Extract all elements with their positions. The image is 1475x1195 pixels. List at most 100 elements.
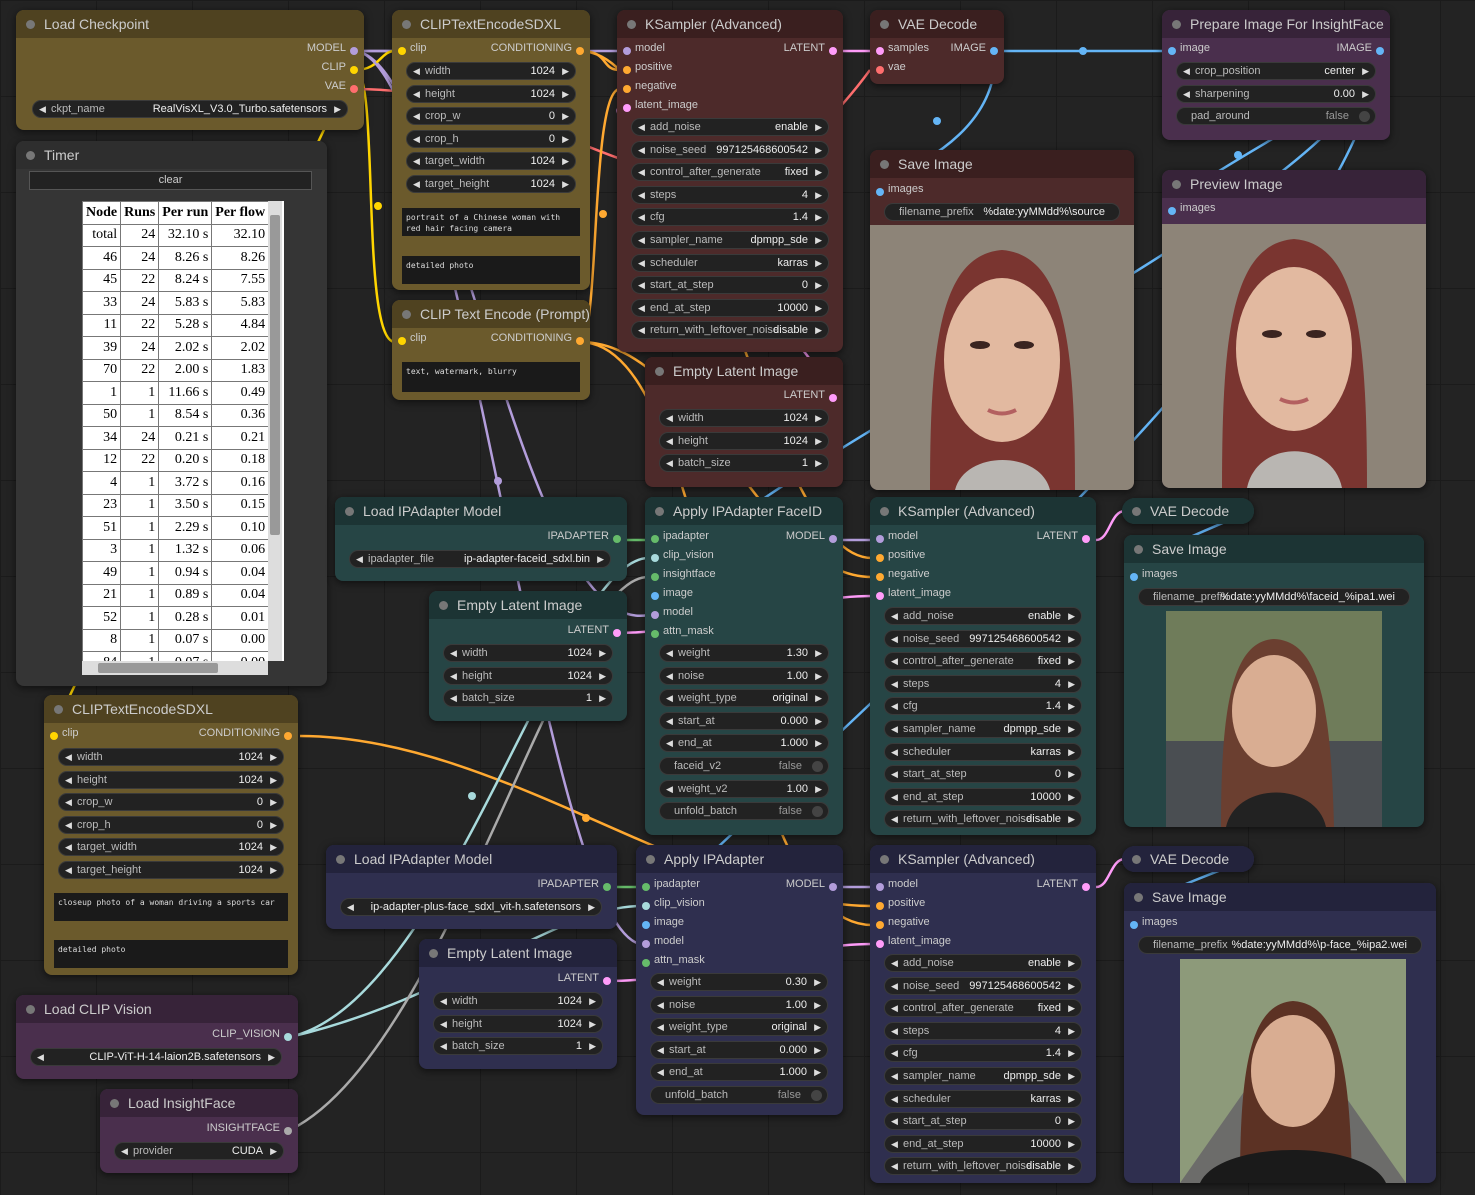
output-latent[interactable]: LATENT	[1037, 878, 1096, 897]
widget-sampler-name[interactable]: ◀ sampler_name dpmpp_sde ▶	[884, 1067, 1082, 1085]
filename-prefix-field[interactable]: filename_prefix %date:yyMMdd%\p-face_%ipa…	[1138, 936, 1422, 954]
left-arrow-icon[interactable]: ◀	[657, 1042, 664, 1058]
input-attn-mask[interactable]: attn_mask	[645, 625, 714, 644]
left-arrow-icon[interactable]: ◀	[1183, 63, 1190, 79]
right-arrow-icon[interactable]: ▶	[270, 839, 277, 855]
left-arrow-icon[interactable]: ◀	[65, 862, 72, 878]
widget-end-at-step[interactable]: ◀ end_at_step 10000 ▶	[631, 298, 829, 317]
widget-sharpening[interactable]: ◀ sharpening 0.00 ▶	[1176, 84, 1376, 103]
left-arrow-icon[interactable]: ◀	[891, 766, 898, 782]
widget-cfg[interactable]: ◀ cfg 1.4 ▶	[631, 208, 829, 227]
left-arrow-icon[interactable]: ◀	[638, 119, 645, 135]
widget-cfg[interactable]: ◀ cfg 1.4 ▶	[884, 1044, 1082, 1063]
right-arrow-icon[interactable]: ▶	[1068, 676, 1075, 692]
node-graph-canvas[interactable]: Load Checkpoint MODEL CLIP VAE ◀ ckpt_nam…	[0, 0, 1475, 1195]
input-latent-image[interactable]: latent_image	[870, 935, 951, 954]
output-latent[interactable]: LATENT	[784, 389, 843, 408]
right-arrow-icon[interactable]: ▶	[1068, 789, 1075, 805]
right-arrow-icon[interactable]: ▶	[1068, 608, 1075, 624]
widget-sampler-name[interactable]: ◀ sampler_name dpmpp_sde ▶	[884, 720, 1082, 738]
right-arrow-icon[interactable]: ▶	[1068, 631, 1075, 647]
input-positive[interactable]: positive	[617, 61, 672, 80]
input-negative[interactable]: negative	[870, 568, 930, 587]
widget-crop-h[interactable]: ◀ crop_h 0 ▶	[406, 129, 576, 148]
right-arrow-icon[interactable]: ▶	[562, 63, 569, 79]
left-arrow-icon[interactable]: ◀	[413, 176, 420, 192]
right-arrow-icon[interactable]: ▶	[814, 974, 821, 990]
apply-ipadapter-faceid-node[interactable]: Apply IPAdapter FaceID ipadapter clip_vi…	[645, 497, 843, 835]
output-model[interactable]: MODEL	[307, 42, 364, 61]
widget-weight-type[interactable]: ◀ weight_type original ▶	[650, 1018, 828, 1037]
right-arrow-icon[interactable]: ▶	[815, 187, 822, 203]
widget-crop-h[interactable]: ◀ crop_h 0 ▶	[58, 815, 284, 834]
left-arrow-icon[interactable]: ◀	[891, 608, 898, 624]
right-arrow-icon[interactable]: ▶	[814, 997, 821, 1013]
left-arrow-icon[interactable]: ◀	[891, 978, 898, 994]
left-arrow-icon[interactable]: ◀	[657, 1019, 664, 1035]
widget-target-height[interactable]: ◀ target_height 1024 ▶	[406, 175, 576, 193]
empty-latent-image-node[interactable]: Empty Latent Image LATENT ◀ width 1024 ▶ ◀ he…	[419, 939, 617, 1069]
widget-start-at-step[interactable]: ◀ start_at_step 0 ▶	[884, 1112, 1082, 1131]
widget-control-after-generate[interactable]: ◀ control_after_generate fixed ▶	[631, 163, 829, 182]
right-arrow-icon[interactable]: ▶	[815, 690, 822, 706]
widget-height[interactable]: ◀ height 1024 ▶	[443, 666, 613, 685]
widget-batch-size[interactable]: ◀ batch_size 1 ▶	[443, 689, 613, 708]
output-latent[interactable]: LATENT	[784, 42, 843, 61]
right-arrow-icon[interactable]: ▶	[1068, 1000, 1075, 1016]
right-arrow-icon[interactable]: ▶	[1068, 766, 1075, 782]
widget-steps[interactable]: ◀ steps 4 ▶	[631, 185, 829, 204]
clear-button[interactable]: clear	[29, 171, 312, 190]
left-arrow-icon[interactable]: ◀	[657, 997, 664, 1013]
left-arrow-icon[interactable]: ◀	[638, 164, 645, 180]
widget-return-with-leftover-noise[interactable]: ◀ return_with_leftover_noise disable ▶	[884, 810, 1082, 829]
widget-steps[interactable]: ◀ steps 4 ▶	[884, 1021, 1082, 1040]
right-arrow-icon[interactable]: ▶	[815, 410, 822, 426]
widget-end-at-step[interactable]: ◀ end_at_step 10000 ▶	[884, 787, 1082, 806]
left-arrow-icon[interactable]: ◀	[638, 322, 645, 338]
right-arrow-icon[interactable]: ▶	[334, 101, 341, 117]
ipadapter-file-combo[interactable]: ◀ ip-adapter-plus-face_sdxl_vit-h.safeten…	[340, 898, 602, 916]
input-negative[interactable]: negative	[870, 916, 930, 935]
input-attn-mask[interactable]: attn_mask	[636, 954, 705, 973]
collapse-dot-icon[interactable]	[880, 160, 889, 169]
left-arrow-icon[interactable]: ◀	[450, 668, 457, 684]
widget-target-width[interactable]: ◀ target_width 1024 ▶	[406, 152, 576, 171]
collapse-dot-icon[interactable]	[1172, 180, 1181, 189]
collapse-dot-icon[interactable]	[402, 310, 411, 319]
left-arrow-icon[interactable]: ◀	[891, 631, 898, 647]
weight-v2-slider[interactable]: ◀ weight_v2 1.00 ▶	[659, 780, 829, 798]
widget-target-width[interactable]: ◀ target_width 1024 ▶	[58, 838, 284, 857]
left-arrow-icon[interactable]: ◀	[450, 690, 457, 706]
save-image-node[interactable]: Save Image images filename_prefix %date:y…	[1124, 883, 1436, 1183]
prompt-text-g[interactable]: closeup photo of a woman driving a sport…	[54, 893, 288, 921]
output-conditioning[interactable]: CONDITIONING	[491, 42, 590, 61]
unfold-batch-toggle[interactable]: unfold_batch false	[650, 1086, 828, 1104]
widget-return-with-leftover-noise[interactable]: ◀ return_with_leftover_noise disable ▶	[631, 321, 829, 340]
right-arrow-icon[interactable]: ▶	[1068, 721, 1075, 737]
generated-image-faceid[interactable]	[1166, 611, 1382, 827]
right-arrow-icon[interactable]: ▶	[815, 645, 822, 661]
left-arrow-icon[interactable]: ◀	[666, 713, 673, 729]
left-arrow-icon[interactable]: ◀	[638, 187, 645, 203]
widget-start-at-step[interactable]: ◀ start_at_step 0 ▶	[884, 765, 1082, 784]
collapse-dot-icon[interactable]	[880, 507, 889, 516]
right-arrow-icon[interactable]: ▶	[815, 300, 822, 316]
right-arrow-icon[interactable]: ▶	[815, 164, 822, 180]
left-arrow-icon[interactable]: ◀	[657, 1064, 664, 1080]
right-arrow-icon[interactable]: ▶	[1362, 86, 1369, 102]
widget-sampler-name[interactable]: ◀ sampler_name dpmpp_sde ▶	[631, 231, 829, 249]
input-negative[interactable]: negative	[617, 80, 677, 99]
left-arrow-icon[interactable]: ◀	[891, 1113, 898, 1129]
left-arrow-icon[interactable]: ◀	[891, 789, 898, 805]
filename-prefix-field[interactable]: filename_prefix %date:yyMMdd%\source	[884, 203, 1120, 221]
input-images[interactable]: images	[1162, 202, 1215, 221]
timer-node[interactable]: Timer clear Node Runs Per run Per flow total…	[16, 141, 327, 686]
widget-cfg[interactable]: ◀ cfg 1.4 ▶	[884, 697, 1082, 716]
input-image[interactable]: image	[1162, 42, 1210, 61]
collapse-dot-icon[interactable]	[26, 20, 35, 29]
left-arrow-icon[interactable]: ◀	[65, 794, 72, 810]
input-ipadapter[interactable]: ipadapter	[636, 878, 700, 897]
prompt-text-l[interactable]: detailed photo	[402, 256, 580, 284]
load-clip-vision-node[interactable]: Load CLIP Vision CLIP_VISION ◀ CLIP-ViT-H…	[16, 995, 298, 1079]
save-image-node[interactable]: Save Image images filename_prefix %date:y…	[1124, 535, 1424, 827]
